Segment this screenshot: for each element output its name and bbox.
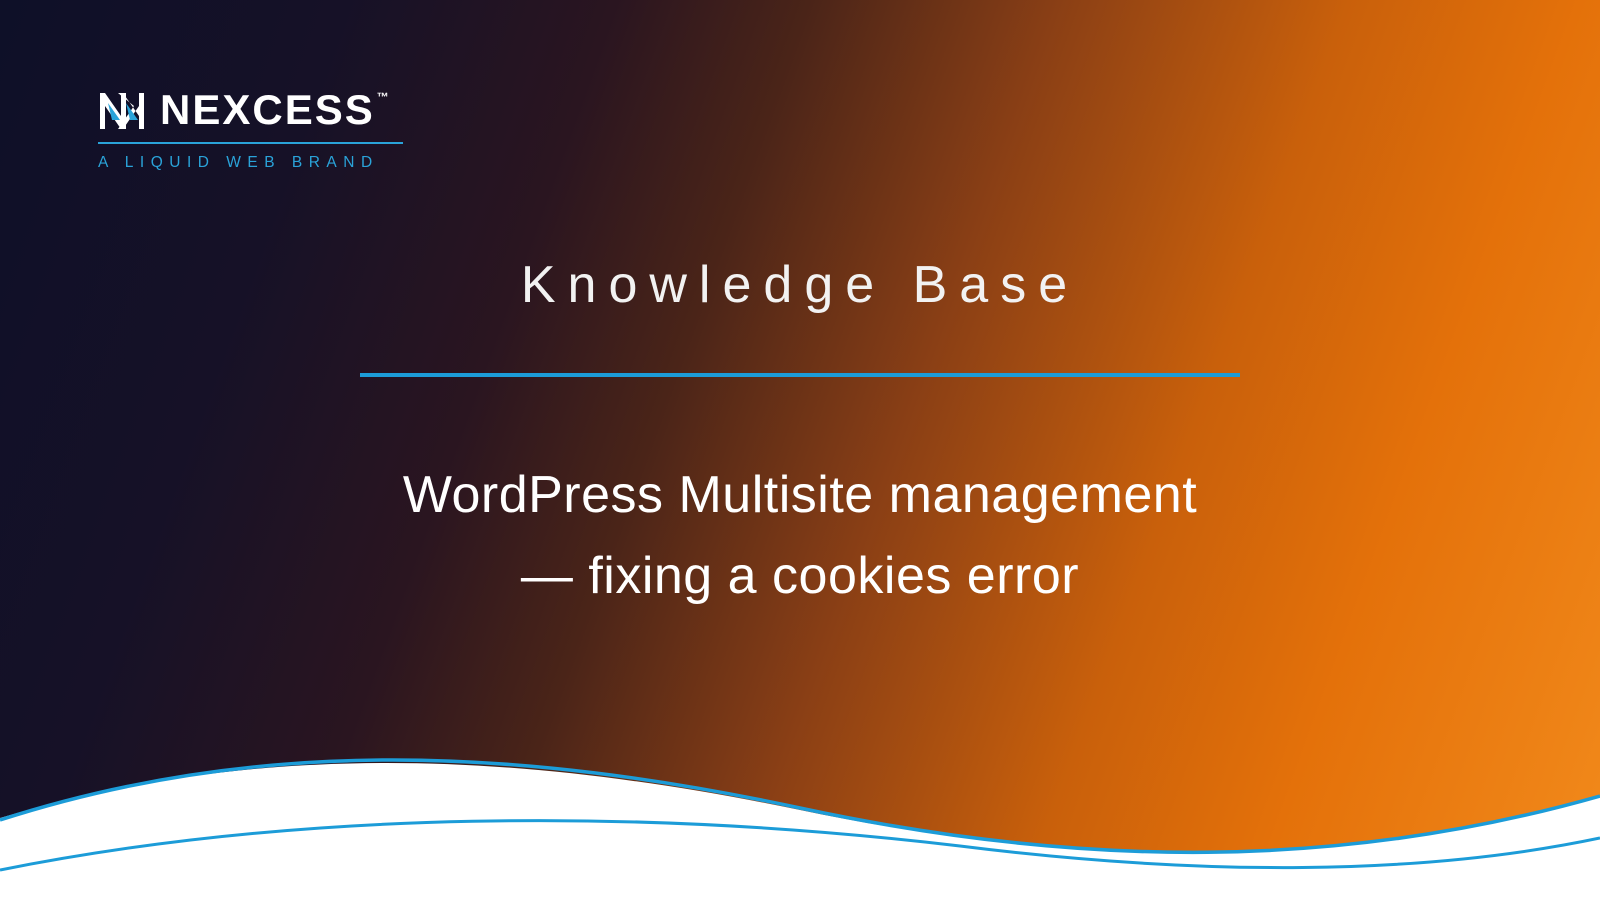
wave-decoration: [0, 700, 1600, 900]
logo-divider: [98, 142, 403, 144]
logo-top-row: NEXCESS™: [98, 86, 403, 134]
article-title: WordPress Multisite management — fixing …: [0, 455, 1600, 616]
nexcess-mark-icon: [98, 89, 146, 131]
brand-logo: NEXCESS™ A LIQUID WEB BRAND: [98, 86, 403, 172]
title-line-1: WordPress Multisite management: [403, 466, 1197, 524]
wave-icon: [0, 700, 1600, 900]
category-heading: Knowledge Base: [0, 255, 1600, 315]
trademark-symbol: ™: [377, 90, 389, 104]
title-line-2: — fixing a cookies error: [521, 547, 1079, 605]
slide: NEXCESS™ A LIQUID WEB BRAND Knowledge Ba…: [0, 0, 1600, 900]
brand-name: NEXCESS™: [160, 86, 387, 134]
brand-tagline: A LIQUID WEB BRAND: [98, 154, 403, 172]
brand-name-text: NEXCESS: [160, 86, 375, 133]
section-divider: [360, 373, 1240, 377]
